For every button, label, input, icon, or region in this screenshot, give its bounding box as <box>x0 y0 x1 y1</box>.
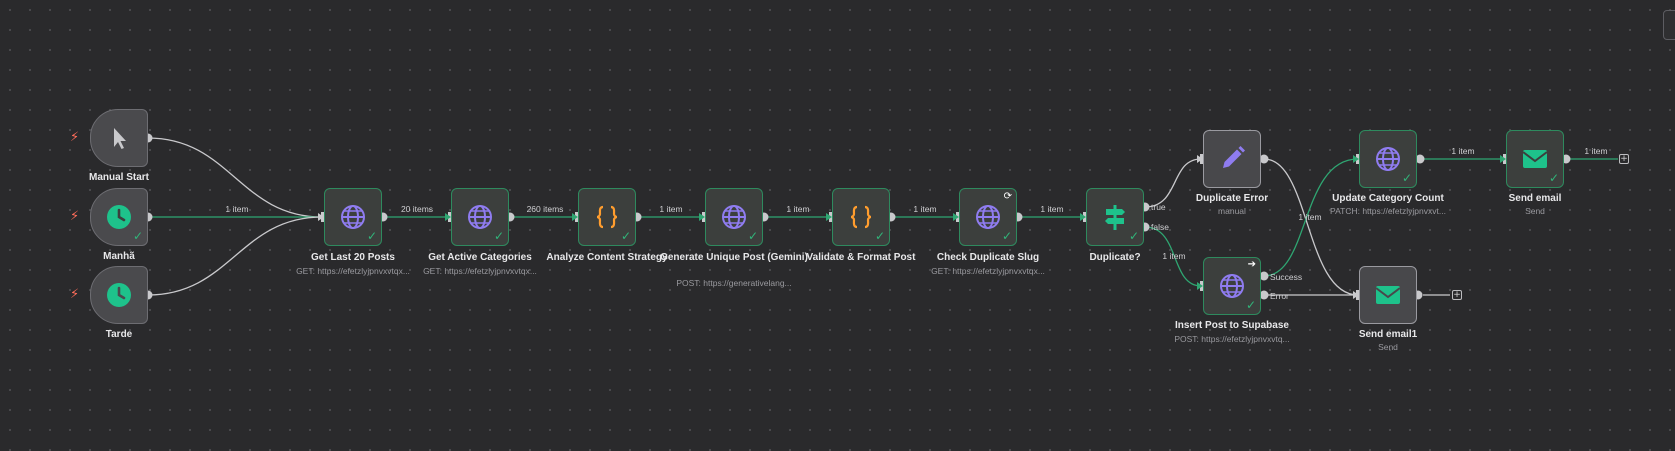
trigger-bolt-icon: ⚡ <box>70 209 80 224</box>
node-sub-update-category: PATCH: https://efetzlyjpnvxvt... <box>1330 206 1446 216</box>
edge-label: 20 items <box>400 204 434 214</box>
success-check-icon: ✓ <box>747 229 758 243</box>
node-sub-send-email: Send <box>1525 206 1545 216</box>
success-check-icon: ✓ <box>493 229 504 243</box>
globe-icon <box>1220 274 1244 298</box>
success-check-icon: ✓ <box>132 229 143 243</box>
node-label-duplicate-error: Duplicate Error <box>1195 193 1269 204</box>
node-insert-post[interactable]: ➔ ✓ <box>1203 257 1261 315</box>
edge-label: 1 item <box>786 204 810 214</box>
node-sub-generate-post: POST: https://generativelang... <box>676 278 792 288</box>
node-sub-insert-post: POST: https://efetzlyjpnvxvtq... <box>1174 334 1290 344</box>
node-sub-get-active-categories: GET: https://efetzlyjpnvxvtqx... <box>423 266 537 276</box>
node-sub-check-duplicate: GET: https://efetzlyjpnvxvtqx... <box>931 266 1045 276</box>
canvas-side-panel-toggle[interactable] <box>1663 10 1675 40</box>
node-duplicate-error[interactable] <box>1203 130 1261 188</box>
node-update-category[interactable]: ✓ <box>1359 130 1417 188</box>
success-check-icon: ✓ <box>620 229 631 243</box>
envelope-icon <box>1375 286 1401 304</box>
edge-label: 260 items <box>526 204 564 214</box>
node-label-update-category: Update Category Count <box>1332 193 1444 204</box>
arrow-right-icon: ➔ <box>1247 259 1256 270</box>
globe-icon <box>468 205 492 229</box>
node-manual-start[interactable] <box>90 109 148 167</box>
edge-label: 1 item <box>1040 204 1064 214</box>
node-sub-duplicate-error: manual <box>1218 206 1246 216</box>
add-node-button[interactable]: + <box>1452 290 1462 300</box>
globe-icon <box>341 205 365 229</box>
edge-label: 1 item <box>1584 146 1608 156</box>
node-label-send-email1: Send email1 <box>1358 329 1418 340</box>
node-send-email1[interactable] <box>1359 266 1417 324</box>
success-check-icon: ✓ <box>1245 298 1256 312</box>
globe-icon <box>1376 147 1400 171</box>
node-get-last-posts[interactable]: ✓ <box>324 188 382 246</box>
success-check-icon: ✓ <box>1548 171 1559 185</box>
envelope-icon <box>1522 150 1548 168</box>
port-label-success: Success <box>1270 272 1303 282</box>
trigger-bolt-icon: ⚡ <box>70 130 80 145</box>
edge-label: 1 item <box>1451 146 1475 156</box>
node-check-duplicate[interactable]: ⟳ ✓ <box>959 188 1017 246</box>
clock-icon <box>107 283 131 307</box>
signpost-icon <box>1105 205 1125 230</box>
pencil-icon <box>1223 146 1245 168</box>
success-check-icon: ✓ <box>1128 229 1139 243</box>
edge-label: 1 item <box>913 204 937 214</box>
code-braces-icon <box>850 205 872 229</box>
node-sub-send-email1: Send <box>1378 342 1398 352</box>
edge-label: 1 item <box>1298 212 1322 222</box>
node-label-manual-start: Manual Start <box>88 172 149 183</box>
success-check-icon: ✓ <box>1001 229 1012 243</box>
node-send-email[interactable]: ✓ <box>1506 130 1564 188</box>
port-label-error: Error <box>1270 291 1289 301</box>
node-label-insert-post: Insert Post to Supabase <box>1175 320 1289 331</box>
node-get-active-categories[interactable]: ✓ <box>451 188 509 246</box>
edge-label: 1 item <box>659 204 683 214</box>
node-label-manha: Manhã <box>103 251 135 262</box>
code-braces-icon <box>596 205 618 229</box>
globe-icon <box>976 205 1000 229</box>
globe-icon <box>722 205 746 229</box>
success-check-icon: ✓ <box>874 229 885 243</box>
loop-icon: ⟳ <box>1003 191 1012 202</box>
success-check-icon: ✓ <box>1401 171 1412 185</box>
port-label-false: false <box>1151 222 1169 232</box>
edge-label: 1 item <box>1162 251 1186 261</box>
node-manha[interactable]: ✓ <box>90 188 148 246</box>
node-duplicate-if[interactable]: ✓ <box>1086 188 1144 246</box>
node-label-tarde: Tarde <box>105 329 133 340</box>
cursor-icon <box>114 128 126 149</box>
node-validate-format[interactable]: ✓ <box>832 188 890 246</box>
node-label-send-email: Send email <box>1508 193 1562 204</box>
node-tarde[interactable] <box>90 266 148 324</box>
clock-icon <box>107 205 131 229</box>
edge-label: 1 item <box>225 204 249 214</box>
success-check-icon: ✓ <box>366 229 377 243</box>
workflow-canvas[interactable]: ⚡ Manual Start ⚡ ✓ Manhã ⚡ Tarde ✓ Get L <box>0 0 1675 451</box>
node-generate-post[interactable]: ✓ <box>705 188 763 246</box>
trigger-bolt-icon: ⚡ <box>70 287 80 302</box>
node-analyze-content[interactable]: ✓ <box>578 188 636 246</box>
add-node-button[interactable]: + <box>1619 154 1629 164</box>
